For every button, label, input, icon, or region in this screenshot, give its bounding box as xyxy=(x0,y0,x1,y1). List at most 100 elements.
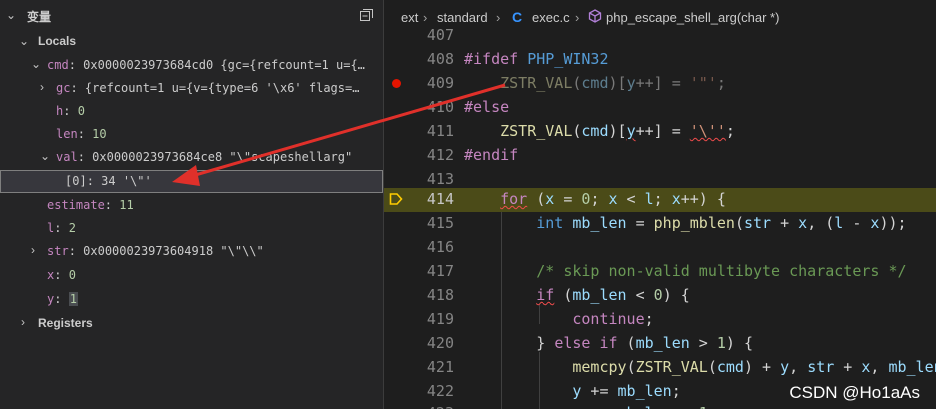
code-line[interactable]: 416 xyxy=(384,236,936,260)
registers-scope[interactable]: › Registers xyxy=(0,312,383,335)
collapse-all-icon[interactable] xyxy=(360,9,373,21)
code-text: if (mb_len < 0) { xyxy=(536,286,690,304)
code-line[interactable]: 419 continue; xyxy=(384,308,936,332)
code-text: int mb_len = php_mblen(str + x, (l - x))… xyxy=(536,214,907,232)
variable-row-h[interactable]: h: 0 xyxy=(0,100,383,123)
line-number: 416 xyxy=(426,238,454,256)
line-number: 420 xyxy=(426,334,454,352)
code-text: memcpy(ZSTR_VAL(cmd) + y, str + x, mb_le… xyxy=(572,358,936,376)
variable-name: gc xyxy=(56,81,71,95)
variable-value: 0 xyxy=(68,268,76,282)
breadcrumb-standard[interactable]: standard xyxy=(437,10,488,25)
function-cube-icon xyxy=(588,9,602,23)
locals-label: Locals xyxy=(38,34,77,48)
line-number: 415 xyxy=(426,214,454,232)
variables-panel: ⌄ 变量 ⌄ Locals ⌄ cmd: 0x0000023973684cd0 … xyxy=(0,0,383,409)
breadcrumb-function[interactable]: php_escape_shell_arg(char *) xyxy=(606,10,779,25)
variable-name: len xyxy=(56,127,78,141)
line-number: 407 xyxy=(426,26,454,44)
line-number: 413 xyxy=(426,170,454,188)
code-line[interactable]: 415 int mb_len = php_mblen(str + x, (l -… xyxy=(384,212,936,236)
code-text: #ifdef PHP_WIN32 xyxy=(464,50,609,68)
line-number: 409 xyxy=(426,74,454,92)
variable-value: {refcount=1 u={v={type=6 '\x6' flags=… xyxy=(84,81,360,95)
variable-row-y[interactable]: y: 1 xyxy=(0,288,383,311)
code-line[interactable]: 412 #endif xyxy=(384,144,936,168)
variable-value: 0x0000023973684cd0 {gc={refcount=1 u={… xyxy=(83,58,365,72)
code-text: y += mb_len; xyxy=(572,382,681,400)
code-text: } else if (mb_len > 1) { xyxy=(464,334,753,352)
code-line[interactable]: 407 xyxy=(384,24,936,48)
variable-row-gc[interactable]: › gc: {refcount=1 u={v={type=6 '\x6' fla… xyxy=(0,77,383,100)
chevron-right-icon: › xyxy=(496,10,501,25)
code-text: x += mb_len - 1; xyxy=(464,404,717,409)
variable-row-cmd[interactable]: ⌄ cmd: 0x0000023973684cd0 {gc={refcount=… xyxy=(0,54,383,77)
line-number: 419 xyxy=(426,310,454,328)
code-line[interactable]: 421 memcpy(ZSTR_VAL(cmd) + y, str + x, m… xyxy=(384,356,936,380)
variable-row-index-0[interactable]: [0]: 34 '\"' xyxy=(0,170,383,193)
line-number: 411 xyxy=(426,122,454,140)
breadcrumb-file[interactable]: exec.c xyxy=(532,10,570,25)
variable-value: 11 xyxy=(119,198,134,212)
chevron-down-icon[interactable]: ⌄ xyxy=(40,149,50,163)
variables-section-header[interactable]: ⌄ 变量 xyxy=(0,5,383,29)
code-line[interactable]: 417 /* skip non-valid multibyte characte… xyxy=(384,260,936,284)
code-text: #else xyxy=(464,98,510,116)
variable-row-str[interactable]: › str: 0x0000023973604918 "\"\\" xyxy=(0,240,383,263)
variable-value: 0 xyxy=(77,104,85,118)
variable-row-estimate[interactable]: estimate: 11 xyxy=(0,194,383,217)
code-comment: /* skip non-valid multibyte characters *… xyxy=(464,262,907,280)
chevron-right-icon[interactable]: › xyxy=(31,243,35,257)
chevron-right-icon[interactable]: › xyxy=(21,315,25,329)
variable-value: 34 '\"' xyxy=(101,174,152,188)
variable-row-len[interactable]: len: 10 xyxy=(0,123,383,146)
code-line[interactable]: 420 } else if (mb_len > 1) { xyxy=(384,332,936,356)
current-execution-line[interactable]: 414 for (x = 0; x < l; x++) { xyxy=(384,188,936,212)
registers-label: Registers xyxy=(38,316,93,330)
line-number: 421 xyxy=(426,358,454,376)
code-line[interactable]: 418 if (mb_len < 0) { xyxy=(384,284,936,308)
code-line[interactable]: 409 ZSTR_VAL(cmd)[y++] = '"'; xyxy=(384,72,936,96)
watermark: CSDN @Ho1aAs xyxy=(789,383,920,402)
variable-name: [0] xyxy=(65,174,87,188)
chevron-right-icon: › xyxy=(423,10,428,25)
variable-value-changed: 1 xyxy=(68,292,78,306)
code-line[interactable]: 411 ZSTR_VAL(cmd)[y++] = '\''; xyxy=(384,120,936,144)
line-number: 414 xyxy=(426,190,454,208)
chevron-down-icon[interactable]: ⌄ xyxy=(31,57,41,71)
code-text: #endif xyxy=(464,146,519,164)
variable-name: val xyxy=(56,150,78,164)
chevron-down-icon[interactable]: ⌄ xyxy=(19,34,29,48)
breadcrumb-ext[interactable]: ext xyxy=(401,10,418,25)
code-text: continue; xyxy=(572,310,654,328)
variable-value: 0x0000023973604918 "\"\\" xyxy=(83,244,264,258)
chevron-right-icon[interactable]: › xyxy=(40,80,44,94)
variable-value: 2 xyxy=(68,221,76,235)
variable-row-x[interactable]: x: 0 xyxy=(0,264,383,287)
line-number: 412 xyxy=(426,146,454,164)
code-text: ZSTR_VAL(cmd)[y++] = '\''; xyxy=(500,122,735,140)
locals-scope[interactable]: ⌄ Locals xyxy=(0,31,383,53)
variable-name: estimate xyxy=(47,198,105,212)
chevron-right-icon: › xyxy=(575,10,580,25)
line-number: 422 xyxy=(426,382,454,400)
code-line[interactable]: 408 #ifdef PHP_WIN32 xyxy=(384,48,936,72)
chevron-down-icon[interactable]: ⌄ xyxy=(6,8,16,22)
line-number: 410 xyxy=(426,98,454,116)
code-line[interactable]: 410 #else xyxy=(384,96,936,120)
code-line[interactable]: 423 x += mb_len - 1; xyxy=(384,402,936,409)
code-editor[interactable]: ext › standard › C exec.c › php_escape_s… xyxy=(383,0,936,409)
variable-row-val[interactable]: ⌄ val: 0x0000023973684ce8 "\"scapeshella… xyxy=(0,146,383,169)
variable-value: 10 xyxy=(92,127,107,141)
variable-row-l[interactable]: l: 2 xyxy=(0,217,383,240)
line-number: 417 xyxy=(426,262,454,280)
c-file-icon: C xyxy=(512,9,523,25)
variable-name: str xyxy=(47,244,69,258)
variable-value: 0x0000023973684ce8 "\"scapeshellarg" xyxy=(92,150,353,164)
variables-title: 变量 xyxy=(27,10,52,24)
code-text: ZSTR_VAL(cmd)[y++] = '"'; xyxy=(500,74,726,92)
line-number: 423 xyxy=(384,404,454,409)
variable-name: cmd xyxy=(47,58,69,72)
line-number: 408 xyxy=(426,50,454,68)
code-text: for (x = 0; x < l; x++) { xyxy=(500,190,726,208)
